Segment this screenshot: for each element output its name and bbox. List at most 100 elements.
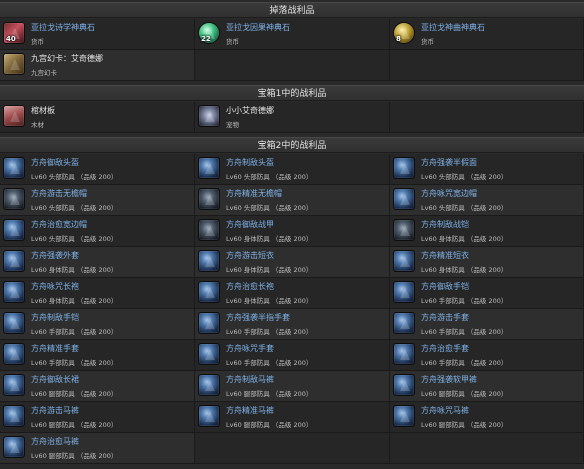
loot-item[interactable]: 22 亚拉戈因果神典石 货币: [195, 19, 390, 50]
tome-gear-icon: 8: [393, 22, 415, 44]
item-name[interactable]: 方舟精准无檐帽: [226, 188, 282, 199]
loot-item[interactable]: 方舟御敌手铠 Lv60 手部防具 （品级 200）: [390, 278, 584, 309]
loot-item[interactable]: 8 亚拉戈神曲神典石 货币: [390, 19, 584, 50]
body-armor-icon: [198, 219, 220, 241]
section-header-drop: 掉落战利品: [0, 2, 584, 18]
item-name[interactable]: 方舟精准手套: [31, 343, 79, 354]
loot-item[interactable]: 方舟强袭软甲裤 Lv60 腿部防具 （品级 200）: [390, 371, 584, 402]
loot-item[interactable]: 方舟治愈长袍 Lv60 身体防具 （品级 200）: [195, 278, 390, 309]
loot-item[interactable]: 方舟游击马裤 Lv60 腿部防具 （品级 200）: [0, 402, 195, 433]
item-category: 货币: [226, 38, 239, 46]
loot-item[interactable]: 方舟咏咒宽边帽 Lv60 头部防具 （品级 200）: [390, 185, 584, 216]
breeches-icon: [3, 405, 25, 427]
section-header-chest2: 宝箱2中的战利品: [0, 137, 584, 153]
item-name[interactable]: 方舟御敌战甲: [226, 219, 274, 230]
item-name[interactable]: 方舟御敌头盔: [31, 157, 79, 168]
gauntlet-icon: [3, 312, 25, 334]
loot-item[interactable]: 方舟精准手套 Lv60 手部防具 （品级 200）: [0, 340, 195, 371]
item-name[interactable]: 方舟咏咒长袍: [31, 281, 79, 292]
item-name[interactable]: 方舟游击无檐帽: [31, 188, 87, 199]
item-category: 木材: [31, 121, 44, 129]
loot-item[interactable]: 方舟治愈马裤 Lv60 腿部防具 （品级 200）: [0, 433, 195, 464]
item-name[interactable]: 方舟强袭软甲裤: [421, 374, 477, 385]
item-name[interactable]: 棺材板: [31, 105, 55, 116]
loot-item[interactable]: 方舟精准马裤 Lv60 腿部防具 （品级 200）: [195, 402, 390, 433]
item-name[interactable]: 方舟精准短衣: [421, 250, 469, 261]
loot-item[interactable]: 方舟治愈手套 Lv60 手部防具 （品级 200）: [390, 340, 584, 371]
loot-item[interactable]: 方舟御敌头盔 Lv60 头部防具 （品级 200）: [0, 154, 195, 185]
item-category: Lv60 腿部防具 （品级 200）: [226, 421, 313, 429]
item-name[interactable]: 方舟治愈长袍: [226, 281, 274, 292]
loot-item[interactable]: 方舟咏咒长袍 Lv60 身体防具 （品级 200）: [0, 278, 195, 309]
item-name[interactable]: 方舟制敌手铠: [31, 312, 79, 323]
loot-item[interactable]: 方舟制敌马裤 Lv60 腿部防具 （品级 200）: [195, 371, 390, 402]
item-name[interactable]: 方舟游击短衣: [226, 250, 274, 261]
tunic-icon: [393, 250, 415, 272]
item-name[interactable]: 方舟强袭外套: [31, 250, 79, 261]
loot-item[interactable]: 方舟制敌手铠 Lv60 手部防具 （品级 200）: [0, 309, 195, 340]
item-name[interactable]: 方舟咏咒马裤: [421, 405, 469, 416]
robe-icon: [3, 281, 25, 303]
loot-item[interactable]: 方舟咏咒马裤 Lv60 腿部防具 （品级 200）: [390, 402, 584, 433]
loot-item[interactable]: 方舟御敌长裙 Lv60 腿部防具 （品级 200）: [0, 371, 195, 402]
item-category: 宠物: [226, 121, 239, 129]
item-name[interactable]: 方舟治愈手套: [421, 343, 469, 354]
glove-icon: [198, 343, 220, 365]
loot-item[interactable]: 40 亚拉戈诗学神典石 货币: [0, 19, 195, 50]
item-category: Lv60 身体防具 （品级 200）: [226, 297, 313, 305]
item-category: Lv60 身体防具 （品级 200）: [421, 235, 508, 243]
item-category: Lv60 手部防具 （品级 200）: [31, 328, 118, 336]
loot-item[interactable]: 方舟游击短衣 Lv60 身体防具 （品级 200）: [195, 247, 390, 278]
loot-item[interactable]: 方舟咏咒手套 Lv60 手部防具 （品级 200）: [195, 340, 390, 371]
loot-item[interactable]: 方舟游击无檐帽 Lv60 头部防具 （品级 200）: [0, 185, 195, 216]
loot-item[interactable]: 方舟制敌战铠 Lv60 身体防具 （品级 200）: [390, 216, 584, 247]
item-name[interactable]: 方舟制敌头盔: [226, 157, 274, 168]
item-name[interactable]: 方舟强袭半假面: [421, 157, 477, 168]
loot-item[interactable]: 方舟强袭外套 Lv60 身体防具 （品级 200）: [0, 247, 195, 278]
item-name[interactable]: 方舟治愈马裤: [31, 436, 79, 447]
loot-item[interactable]: 方舟制敌头盔 Lv60 头部防具 （品级 200）: [195, 154, 390, 185]
item-category: Lv60 头部防具 （品级 200）: [421, 204, 508, 212]
loot-item[interactable]: 方舟强袭半假面 Lv60 头部防具 （品级 200）: [390, 154, 584, 185]
empty-slot: [195, 50, 390, 81]
loot-item[interactable]: 方舟御敌战甲 Lv60 身体防具 （品级 200）: [195, 216, 390, 247]
loot-item[interactable]: 方舟精准短衣 Lv60 身体防具 （品级 200）: [390, 247, 584, 278]
helmet-icon: [198, 157, 220, 179]
section-header-chest1: 宝箱1中的战利品: [0, 85, 584, 101]
item-category: Lv60 头部防具 （品级 200）: [31, 204, 118, 212]
loot-item[interactable]: 方舟强袭半指手套 Lv60 手部防具 （品级 200）: [195, 309, 390, 340]
item-name[interactable]: 方舟精准马裤: [226, 405, 274, 416]
item-name[interactable]: 亚拉戈诗学神典石: [31, 22, 95, 33]
item-category: Lv60 手部防具 （品级 200）: [421, 328, 508, 336]
wide-brim-hat-icon: [393, 188, 415, 210]
helmet-icon: [3, 157, 25, 179]
loot-item[interactable]: 棺材板 木材: [0, 102, 195, 133]
item-name[interactable]: 方舟游击马裤: [31, 405, 79, 416]
item-category: Lv60 头部防具 （品级 200）: [226, 173, 313, 181]
item-name[interactable]: 九宫幻卡：艾奇德娜: [31, 53, 103, 64]
item-name[interactable]: 方舟强袭半指手套: [226, 312, 290, 323]
item-name[interactable]: 方舟御敌手铠: [421, 281, 469, 292]
loot-item[interactable]: 方舟精准无檐帽 Lv60 头部防具 （品级 200）: [195, 185, 390, 216]
item-category: Lv60 身体防具 （品级 200）: [31, 266, 118, 274]
item-name[interactable]: 亚拉戈神曲神典石: [421, 22, 485, 33]
item-name[interactable]: 方舟游击手套: [421, 312, 469, 323]
empty-slot: [390, 433, 584, 464]
item-name[interactable]: 方舟制敌战铠: [421, 219, 469, 230]
item-name[interactable]: 方舟御敌长裙: [31, 374, 79, 385]
loot-item[interactable]: 方舟治愈宽边帽 Lv60 头部防具 （品级 200）: [0, 216, 195, 247]
item-name[interactable]: 方舟治愈宽边帽: [31, 219, 87, 230]
item-name[interactable]: 方舟咏咒手套: [226, 343, 274, 354]
item-name[interactable]: 小小艾奇德娜: [226, 105, 274, 116]
item-category: Lv60 腿部防具 （品级 200）: [31, 421, 118, 429]
glove-icon: [393, 343, 415, 365]
item-name[interactable]: 方舟咏咒宽边帽: [421, 188, 477, 199]
item-name[interactable]: 亚拉戈因果神典石: [226, 22, 290, 33]
item-name[interactable]: 方舟制敌马裤: [226, 374, 274, 385]
empty-slot: [390, 50, 584, 81]
breeches-icon: [3, 436, 25, 458]
loot-item[interactable]: 方舟游击手套 Lv60 手部防具 （品级 200）: [390, 309, 584, 340]
loot-item[interactable]: 小小艾奇德娜 宠物: [195, 102, 390, 133]
glove-icon: [198, 312, 220, 334]
loot-item[interactable]: 九宫幻卡：艾奇德娜 九宫幻卡: [0, 50, 195, 81]
